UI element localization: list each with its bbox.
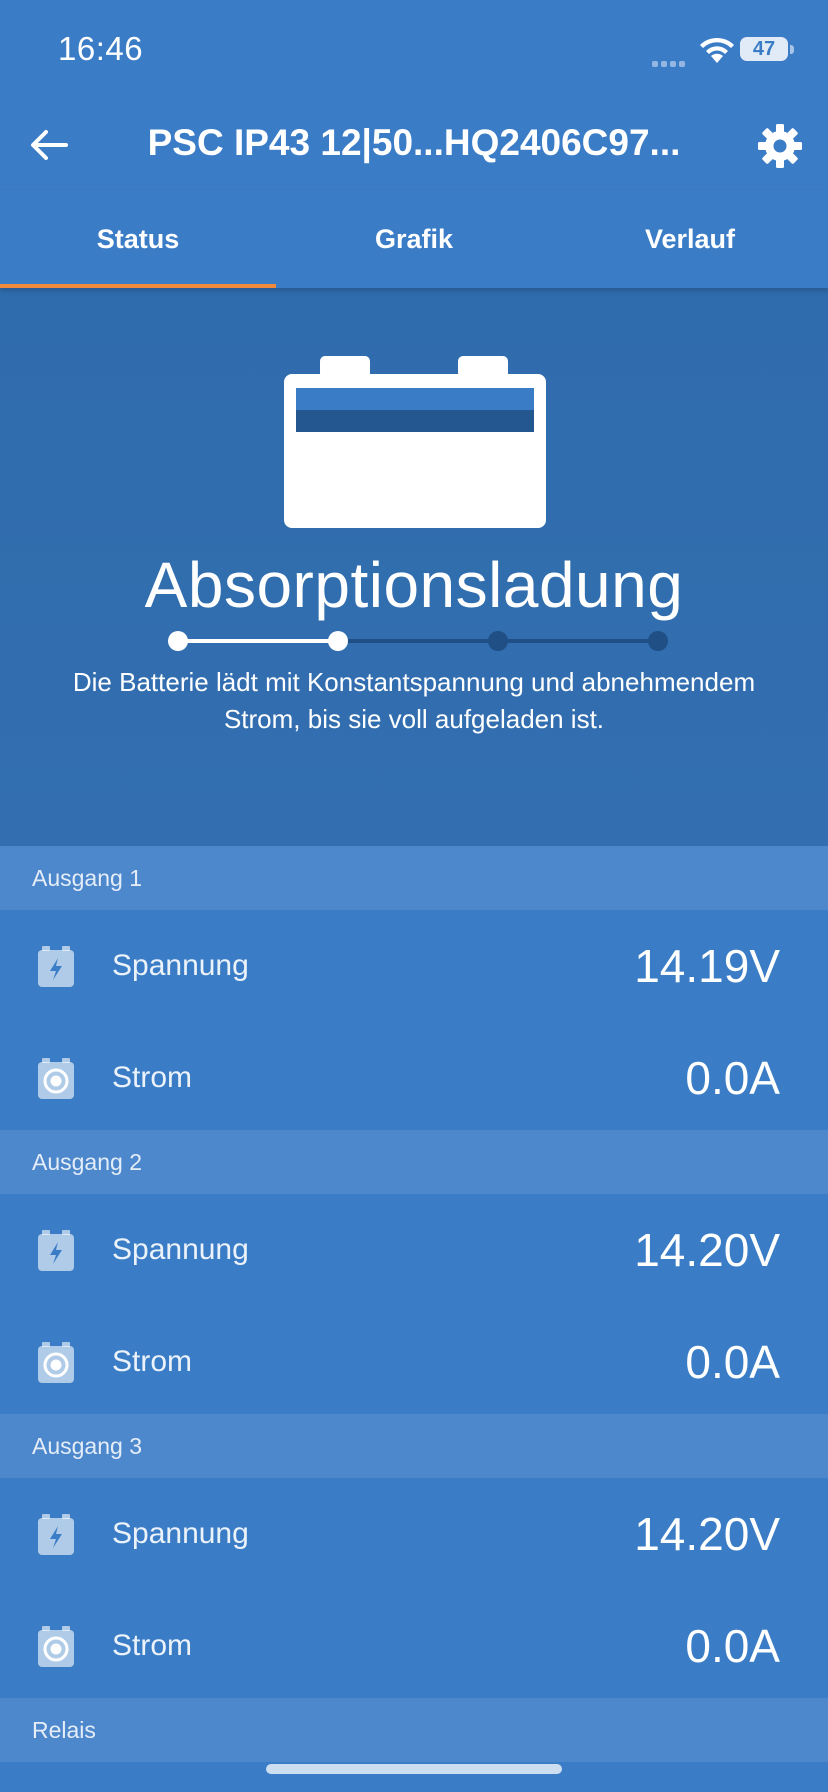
current-label: Strom [112,1629,193,1662]
charge-state-description: Die Batterie lädt mit Konstantspannung u… [72,667,756,734]
voltage-value: 14.20V [634,1224,780,1276]
current-value: 0.0A [685,1336,780,1388]
section-header-output-1: Ausgang 1 [0,846,828,910]
current-icon [38,1626,74,1667]
current-row: Strom 0.0A [0,1022,828,1134]
voltage-value: 14.19V [634,940,780,992]
battery-charge-icon [284,356,546,528]
cellular-signal-icon [652,54,688,72]
stage-dot [488,631,508,651]
battery-nub [790,45,794,54]
stage-dot [168,631,188,651]
section-header-output-3: Ausgang 3 [0,1414,828,1478]
voltage-icon [38,1514,74,1555]
active-tab-indicator [0,284,276,288]
stage-dot [328,631,348,651]
section-title: Ausgang 3 [32,1433,142,1459]
gear-icon[interactable] [756,122,804,170]
device-title: PSC IP43 12|50...HQ2406C97... [147,122,681,163]
status-bar: 16:46 47 [0,0,828,100]
current-label: Strom [112,1061,193,1094]
home-indicator[interactable] [266,1764,562,1774]
voltage-label: Spannung [112,1517,249,1550]
tab-verlauf[interactable]: Verlauf [552,190,828,288]
section-title: Ausgang 1 [32,865,142,891]
stage-dot [648,631,668,651]
battery-icon: 47 [740,37,788,61]
wifi-icon [700,37,734,63]
current-value: 0.0A [685,1620,780,1672]
voltage-label: Spannung [112,1233,249,1266]
app-header: PSC IP43 12|50...HQ2406C97... [0,100,828,190]
current-label: Strom [112,1345,193,1378]
status-time: 16:46 [58,30,144,67]
battery-level: 47 [752,38,776,60]
back-arrow-icon[interactable] [26,122,72,168]
current-icon [38,1342,74,1383]
voltage-row: Spannung 14.20V [0,1194,828,1306]
voltage-icon [38,946,74,987]
voltage-row: Spannung 14.19V [0,910,828,1022]
section-header-relay: Relais [0,1698,828,1762]
voltage-row: Spannung 14.20V [0,1478,828,1590]
voltage-value: 14.20V [634,1508,780,1560]
current-row: Strom 0.0A [0,1590,828,1702]
tab-status[interactable]: Status [0,190,276,288]
charge-state-panel: Absorptionsladung Die Batterie lädt mit … [0,288,828,846]
voltage-icon [38,1230,74,1271]
voltage-label: Spannung [112,949,249,982]
tab-grafik[interactable]: Grafik [276,190,552,288]
tab-bar: Status Grafik Verlauf [0,190,828,288]
section-header-output-2: Ausgang 2 [0,1130,828,1194]
current-value: 0.0A [685,1052,780,1104]
current-icon [38,1058,74,1099]
section-title: Ausgang 2 [32,1149,142,1175]
section-title: Relais [32,1717,96,1743]
charge-state-title: Absorptionsladung [144,549,684,621]
current-row: Strom 0.0A [0,1306,828,1418]
charge-stage-progress [168,631,668,651]
